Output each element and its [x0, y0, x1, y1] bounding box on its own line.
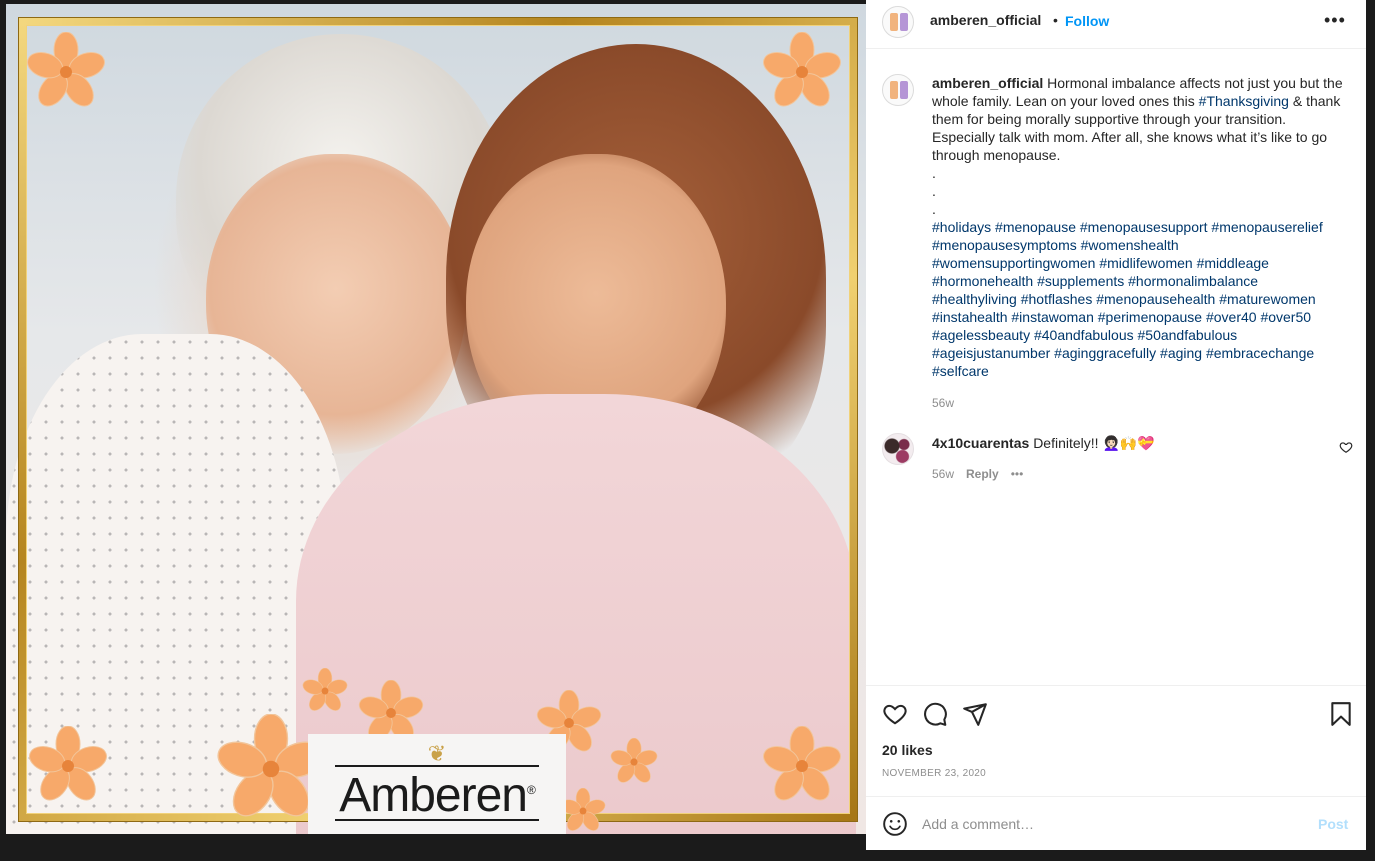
add-comment-row: Post: [866, 796, 1366, 850]
bookmark-icon[interactable]: [1328, 701, 1354, 727]
commenter-username[interactable]: 4x10cuarentas: [932, 435, 1029, 451]
comment-input[interactable]: [922, 811, 1302, 837]
flower-icon: [26, 32, 106, 112]
caption-text: amberen_official Hormonal imbalance affe…: [932, 74, 1352, 380]
profile-avatar[interactable]: [882, 6, 914, 38]
commenter-avatar[interactable]: [882, 433, 914, 465]
share-paper-plane-icon[interactable]: [962, 701, 988, 727]
post-comment-button[interactable]: Post: [1318, 816, 1348, 832]
hashtag-line[interactable]: #selfcare: [932, 362, 1352, 380]
emoji-picker-icon[interactable]: [882, 811, 908, 837]
reply-button[interactable]: Reply: [966, 467, 999, 481]
hashtag-link[interactable]: #Thanksgiving: [1199, 93, 1289, 109]
post-side-panel: amberen_official • Follow ••• amberen_of…: [866, 0, 1366, 850]
caption-username[interactable]: amberen_official: [932, 75, 1043, 91]
window-edge: [1366, 0, 1375, 861]
hashtag-line[interactable]: #agelessbeauty #40andfabulous #50andfabu…: [932, 326, 1352, 344]
more-options-icon[interactable]: •••: [1324, 10, 1346, 31]
flower-icon: [28, 726, 108, 806]
comment-meta: 56w Reply •••: [932, 467, 1023, 481]
hashtag-line[interactable]: #menopausesymptoms #womenshealth: [932, 236, 1352, 254]
comment-bubble-icon[interactable]: [922, 701, 948, 727]
post-image[interactable]: ❦ Amberen®: [6, 4, 866, 834]
flower-icon: [762, 32, 842, 112]
hashtag-line[interactable]: #healthyliving #hotflashes #menopausehea…: [932, 290, 1352, 308]
comment-emojis: 👩🏻‍🦱🙌💝: [1102, 436, 1155, 452]
flower-icon: [610, 738, 658, 786]
caption-avatar[interactable]: [882, 74, 914, 106]
hashtag-line[interactable]: #hormonehealth #supplements #hormonalimb…: [932, 272, 1352, 290]
header-username[interactable]: amberen_official: [930, 12, 1041, 28]
comment-like-icon[interactable]: [1339, 440, 1353, 454]
amberen-logo: ❦ Amberen®: [308, 734, 566, 834]
flower-icon: [302, 668, 348, 714]
brand-logo-text: Amberen®: [335, 765, 539, 821]
likes-count[interactable]: 20 likes: [882, 742, 933, 758]
hashtag-line[interactable]: #ageisjustanumber #aginggracefully #agin…: [932, 344, 1352, 362]
comment-body: Definitely!!: [1033, 435, 1099, 451]
comment-more-button[interactable]: •••: [1011, 467, 1024, 481]
hashtag-line[interactable]: #holidays #menopause #menopausesupport #…: [932, 218, 1352, 236]
flower-icon: [762, 726, 842, 806]
caption-dot: .: [932, 183, 936, 199]
hashtag-line[interactable]: #womensupportingwomen #midlifewomen #mid…: [932, 254, 1352, 272]
post-header: amberen_official • Follow •••: [866, 0, 1366, 49]
flower-icon: [560, 788, 606, 834]
comment: 4x10cuarentas Definitely!! 👩🏻‍🦱🙌💝: [932, 435, 1155, 452]
gold-frame: [19, 18, 857, 821]
hashtag-line[interactable]: #instahealth #instawoman #perimenopause …: [932, 308, 1352, 326]
comment-age[interactable]: 56w: [932, 467, 954, 481]
follow-button[interactable]: Follow: [1065, 13, 1109, 29]
header-separator: •: [1053, 12, 1058, 28]
caption-age[interactable]: 56w: [932, 396, 954, 410]
caption-dot: .: [932, 165, 936, 181]
ribbon-icon: ❦: [427, 741, 447, 766]
post-date: NOVEMBER 23, 2020: [882, 768, 987, 779]
caption-dot: .: [932, 201, 936, 217]
like-heart-icon[interactable]: [882, 701, 908, 727]
